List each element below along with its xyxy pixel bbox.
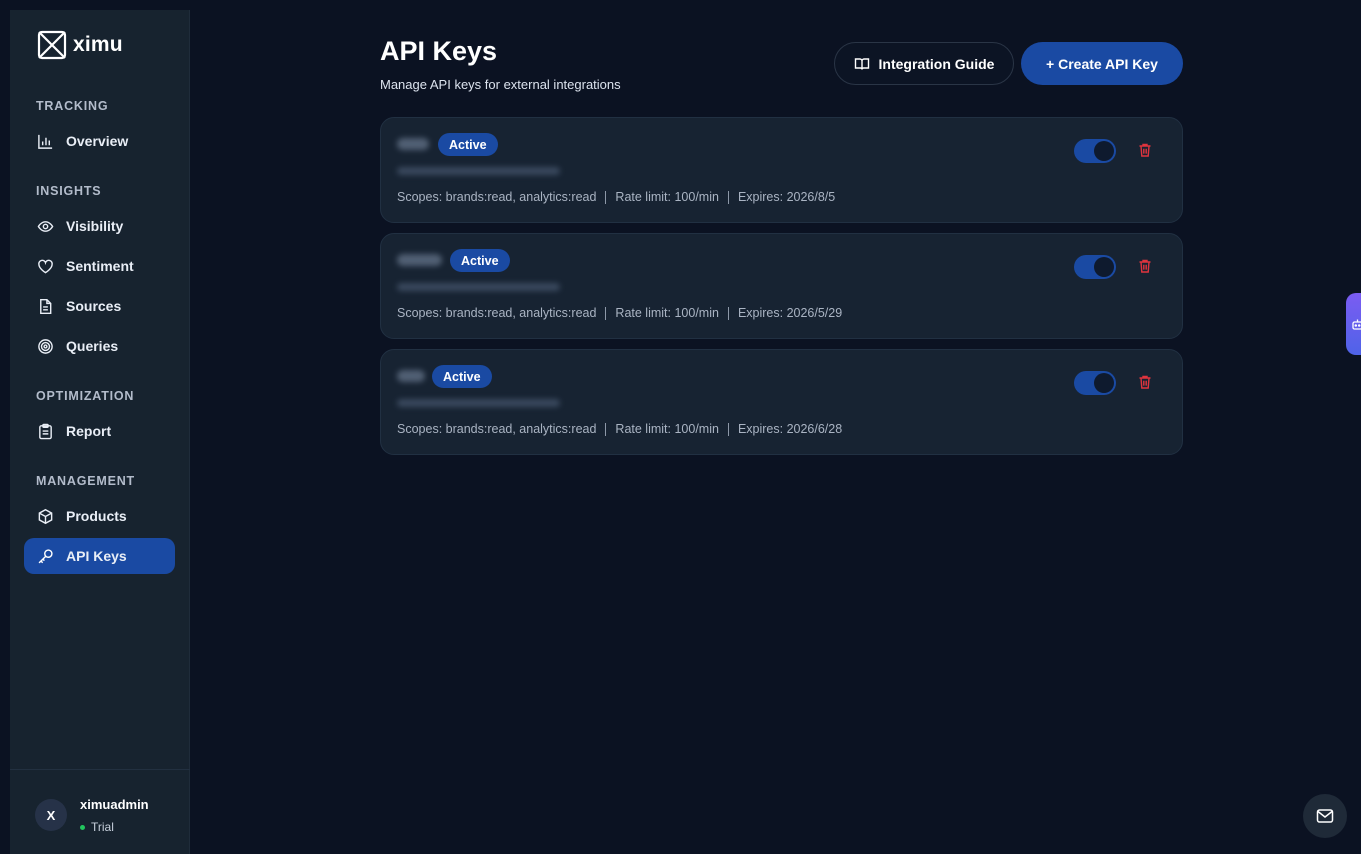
assistant-side-tab[interactable]	[1346, 293, 1361, 355]
eye-icon	[36, 217, 54, 235]
toggle-knob	[1094, 257, 1114, 277]
sidebar-item-products[interactable]: Products	[24, 498, 175, 534]
integration-guide-label: Integration Guide	[878, 55, 995, 72]
sidebar-item-overview[interactable]: Overview	[24, 123, 175, 159]
toggle-knob	[1094, 141, 1114, 161]
key-expires: Expires: 2026/5/29	[737, 306, 843, 320]
robot-icon	[1352, 319, 1361, 330]
sidebar-item-label: Overview	[66, 133, 129, 149]
heart-icon	[36, 257, 54, 275]
trash-icon[interactable]	[1137, 142, 1153, 158]
status-badge: Active	[432, 365, 492, 388]
messages-button[interactable]	[1303, 794, 1347, 838]
divider	[727, 190, 729, 204]
api-key-card: Active Scopes: brands:read, analytics:re…	[380, 233, 1183, 339]
key-expires: Expires: 2026/6/28	[737, 422, 843, 436]
logo[interactable]: ximu	[37, 30, 123, 60]
divider	[727, 306, 729, 320]
sidebar-item-api-keys[interactable]: API Keys	[24, 538, 175, 574]
status-badge: Active	[450, 249, 510, 272]
key-expires: Expires: 2026/8/5	[737, 190, 836, 204]
create-api-key-button[interactable]: + Create API Key	[1021, 42, 1183, 85]
online-status-dot	[80, 824, 85, 830]
avatar: X	[35, 799, 67, 831]
create-api-key-label: + Create API Key	[1046, 55, 1158, 72]
user-plan-label: Trial	[91, 820, 114, 834]
api-key-card: Active Scopes: brands:read, analytics:re…	[380, 349, 1183, 455]
key-icon	[36, 547, 54, 565]
key-rate-limit: Rate limit: 100/min	[615, 422, 719, 436]
key-scopes: Scopes: brands:read, analytics:read	[397, 422, 597, 436]
key-enabled-toggle[interactable]	[1074, 139, 1116, 163]
user-plan: Trial	[80, 820, 114, 834]
integration-guide-button[interactable]: Integration Guide	[834, 42, 1014, 85]
key-prefix-redacted	[397, 283, 560, 291]
sidebar-item-queries[interactable]: Queries	[24, 328, 175, 364]
key-scopes: Scopes: brands:read, analytics:read	[397, 306, 597, 320]
logo-icon	[37, 30, 67, 60]
api-key-card: Active Scopes: brands:read, analytics:re…	[380, 117, 1183, 223]
key-rate-limit: Rate limit: 100/min	[615, 190, 719, 204]
divider	[605, 190, 607, 204]
app-frame: ximu TRACKING Overview INSIGHTS Visibili…	[10, 10, 1361, 854]
sidebar-item-label: Report	[66, 423, 112, 439]
sidebar-item-label: Products	[66, 508, 127, 524]
book-icon	[854, 57, 869, 70]
mail-icon	[1316, 809, 1334, 823]
clipboard-icon	[36, 422, 54, 440]
key-scopes: Scopes: brands:read, analytics:read	[397, 190, 597, 204]
user-profile[interactable]: X ximuadmin Trial	[10, 769, 190, 854]
status-badge: Active	[438, 133, 498, 156]
bar-chart-icon	[36, 132, 54, 150]
sidebar-item-label: Visibility	[66, 218, 124, 234]
key-meta: Scopes: brands:read, analytics:read Rate…	[397, 190, 835, 204]
sidebar: ximu TRACKING Overview INSIGHTS Visibili…	[10, 10, 190, 854]
sidebar-item-sentiment[interactable]: Sentiment	[24, 248, 175, 284]
key-meta: Scopes: brands:read, analytics:read Rate…	[397, 306, 842, 320]
key-enabled-toggle[interactable]	[1074, 371, 1116, 395]
sidebar-item-label: Queries	[66, 338, 119, 354]
user-name: ximuadmin	[80, 797, 149, 812]
sidebar-item-label: Sentiment	[66, 258, 134, 274]
section-insights: INSIGHTS	[36, 184, 102, 198]
sidebar-item-report[interactable]: Report	[24, 413, 175, 449]
key-name-redacted	[397, 370, 425, 382]
key-rate-limit: Rate limit: 100/min	[615, 306, 719, 320]
divider	[605, 306, 607, 320]
section-management: MANAGEMENT	[36, 474, 135, 488]
logo-text: ximu	[73, 33, 123, 56]
section-optimization: OPTIMIZATION	[36, 389, 135, 403]
page-title: API Keys	[380, 36, 498, 66]
section-tracking: TRACKING	[36, 99, 109, 113]
key-enabled-toggle[interactable]	[1074, 255, 1116, 279]
sidebar-item-label: API Keys	[66, 548, 127, 564]
package-icon	[36, 507, 54, 525]
key-prefix-redacted	[397, 399, 560, 407]
document-icon	[36, 297, 54, 315]
sidebar-item-visibility[interactable]: Visibility	[24, 208, 175, 244]
toggle-knob	[1094, 373, 1114, 393]
key-name-redacted	[397, 138, 429, 150]
key-name-redacted	[397, 254, 442, 266]
sidebar-item-label: Sources	[66, 298, 122, 314]
divider	[727, 422, 729, 436]
key-prefix-redacted	[397, 167, 560, 175]
trash-icon[interactable]	[1137, 374, 1153, 390]
trash-icon[interactable]	[1137, 258, 1153, 274]
sidebar-item-sources[interactable]: Sources	[24, 288, 175, 324]
target-icon	[36, 337, 54, 355]
page-subtitle: Manage API keys for external integration…	[380, 77, 621, 92]
divider	[605, 422, 607, 436]
key-meta: Scopes: brands:read, analytics:read Rate…	[397, 422, 842, 436]
